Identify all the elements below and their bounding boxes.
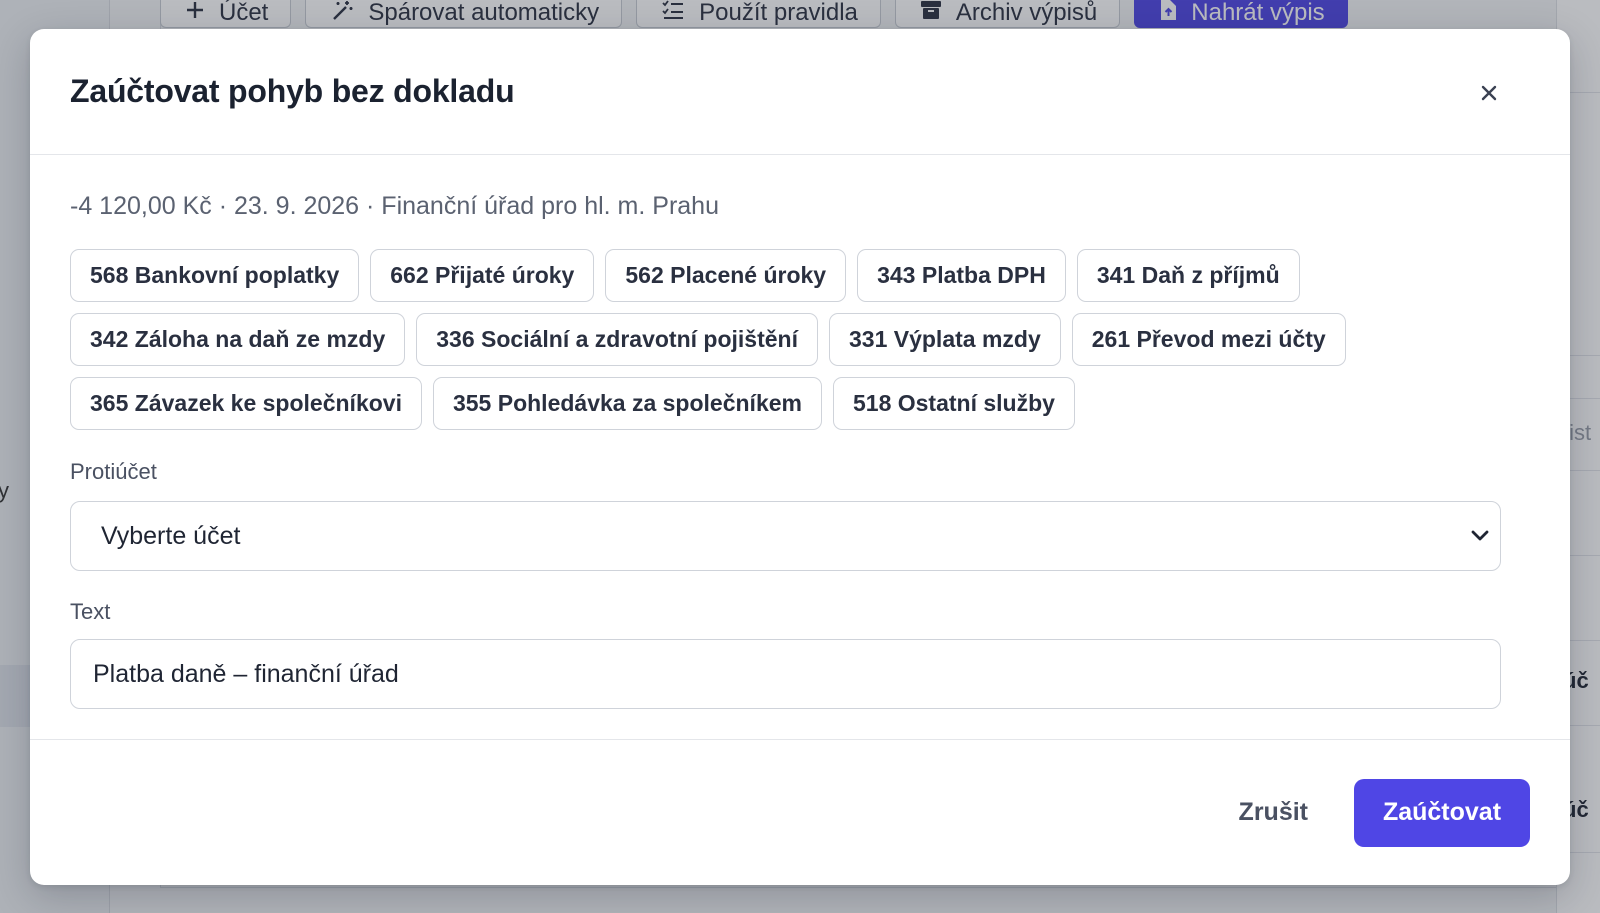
dialog-footer: Zrušit Zaúčtovat xyxy=(30,739,1570,885)
account-chip-341[interactable]: 341 Daň z příjmů xyxy=(1076,249,1300,302)
description-value: Platba daně – finanční úřad xyxy=(93,659,399,688)
account-chip-343[interactable]: 343 Platba DPH xyxy=(857,249,1066,302)
dialog-header: Zaúčtovat pohyb bez dokladu xyxy=(30,29,1570,155)
account-chip-568[interactable]: 568 Bankovní poplatky xyxy=(70,249,360,302)
dialog-title: Zaúčtovat pohyb bez dokladu xyxy=(70,73,515,109)
account-chip-336[interactable]: 336 Sociální a zdravotní pojištění xyxy=(416,313,818,366)
chevron-down-icon xyxy=(1460,516,1500,556)
account-chip-662[interactable]: 662 Přijaté úroky xyxy=(370,249,595,302)
account-chip-355[interactable]: 355 Pohledávka za společníkem xyxy=(432,377,822,430)
post-transaction-dialog: Zaúčtovat pohyb bez dokladu -4 120,00 Kč… xyxy=(30,29,1570,885)
account-chip-365[interactable]: 365 Závazek ke společníkovi xyxy=(70,377,422,430)
close-button[interactable] xyxy=(1472,75,1506,109)
transaction-summary: -4 120,00 Kč · 23. 9. 2026 · Finanční úř… xyxy=(70,192,719,220)
counter-account-select[interactable]: Vyberte účet xyxy=(70,501,1501,571)
text-field-label: Text xyxy=(70,599,111,624)
account-chip-518[interactable]: 518 Ostatní služby xyxy=(832,377,1075,430)
quick-account-chips: 568 Bankovní poplatky 662 Přijaté úroky … xyxy=(70,249,1490,430)
counter-account-label: Protiúčet xyxy=(70,459,157,484)
description-input[interactable]: Platba daně – finanční úřad xyxy=(70,639,1501,709)
counter-account-value: Vyberte účet xyxy=(101,521,241,550)
dialog-body: -4 120,00 Kč · 23. 9. 2026 · Finanční úř… xyxy=(30,155,1570,709)
account-chip-331[interactable]: 331 Výplata mzdy xyxy=(828,313,1061,366)
account-chip-342[interactable]: 342 Záloha na daň ze mzdy xyxy=(70,313,406,366)
close-icon xyxy=(1481,76,1497,108)
cancel-button[interactable]: Zrušit xyxy=(1239,798,1308,827)
account-chip-562[interactable]: 562 Placené úroky xyxy=(605,249,847,302)
account-chip-261[interactable]: 261 Převod mezi účty xyxy=(1071,313,1346,366)
post-button[interactable]: Zaúčtovat xyxy=(1354,778,1530,847)
